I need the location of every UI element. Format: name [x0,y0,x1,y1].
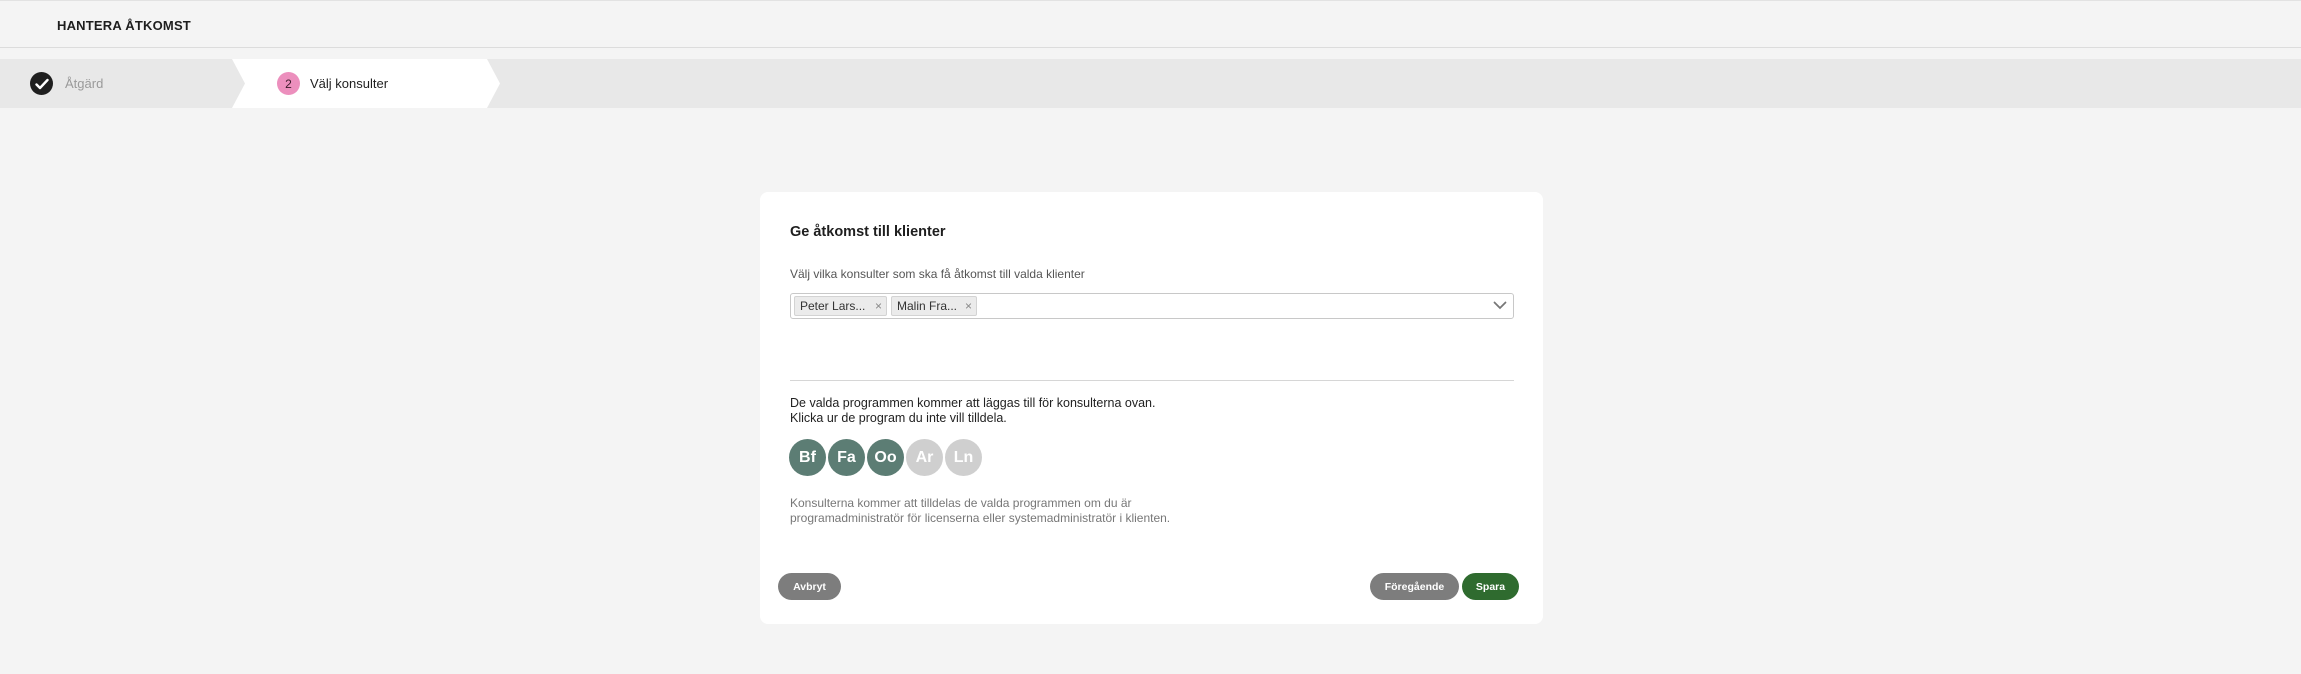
program-toggle-fa[interactable]: Fa [828,439,865,476]
check-icon [30,72,53,95]
save-button[interactable]: Spara [1462,573,1519,600]
select-label: Välj vilka konsulter som ska få åtkomst … [790,267,1085,281]
page-title: HANTERA ÅTKOMST [57,18,191,33]
step-label: Välj konsulter [310,76,389,91]
previous-button[interactable]: Föregående [1370,573,1459,600]
step-label: Åtgärd [65,76,104,91]
consultant-chip[interactable]: Malin Fra... × [891,296,977,316]
divider [790,380,1514,381]
program-toggle-ar[interactable]: Ar [906,439,943,476]
consultant-select[interactable]: Peter Lars... × Malin Fra... × [790,293,1514,319]
admin-note: Konsulterna kommer att tilldelas de vald… [790,496,1171,525]
programs-instruction: Klicka ur de program du inte vill tillde… [790,411,1007,425]
step-atgard[interactable]: Åtgärd [0,59,250,108]
step-indicator: Åtgärd 2 Välj konsulter [0,59,2301,108]
chip-label: Malin Fra... [897,299,958,313]
program-toggle-oo[interactable]: Oo [867,439,904,476]
remove-chip-icon[interactable]: × [875,297,882,315]
program-toggle-bf[interactable]: Bf [789,439,826,476]
chevron-down-icon[interactable] [1493,301,1507,310]
dialog-title: Ge åtkomst till klienter [790,224,946,240]
step-valj-konsulter[interactable]: 2 Välj konsulter [232,59,500,108]
cancel-button[interactable]: Avbryt [778,573,841,600]
chip-label: Peter Lars... [800,299,866,313]
access-dialog: Ge åtkomst till klienter Välj vilka kons… [760,192,1543,624]
consultant-chip[interactable]: Peter Lars... × [794,296,887,316]
page-header: HANTERA ÅTKOMST [0,0,2301,48]
step-number-badge: 2 [277,72,300,95]
program-toggle-ln[interactable]: Ln [945,439,982,476]
programs-info: De valda programmen kommer att läggas ti… [790,396,1156,410]
remove-chip-icon[interactable]: × [965,297,972,315]
